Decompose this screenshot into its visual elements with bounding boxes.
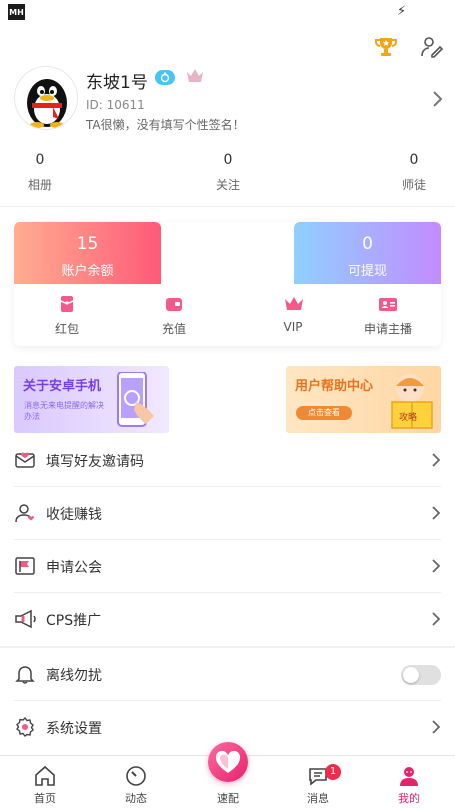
tab-home[interactable]: 首页: [10, 756, 80, 809]
app-status-icon: MH: [8, 4, 25, 20]
stat-follow[interactable]: 0 关注: [198, 152, 258, 193]
user-id: ID: 10611: [86, 98, 145, 112]
stat-album[interactable]: 0 相册: [10, 152, 70, 193]
tab-label: 动态: [125, 792, 147, 805]
tab-messages[interactable]: 消息: [283, 756, 353, 809]
id-card-icon: [378, 294, 398, 314]
megaphone-icon: [14, 608, 36, 630]
stat-label: 关注: [215, 178, 240, 192]
view-button[interactable]: 点击查看: [296, 406, 352, 420]
menu-invite-code[interactable]: 填写好友邀请码: [0, 434, 455, 487]
wallet-card: 15 账户余额 0 可提现 红包 充值 VIP 申请主播: [14, 222, 441, 346]
crown-icon: [283, 294, 303, 314]
stat-label: 师徒: [401, 178, 426, 192]
book-label: 攻略: [399, 413, 418, 423]
top-actions: [373, 34, 445, 60]
action-label: 红包: [54, 322, 79, 336]
chevron-right-icon: [431, 505, 441, 521]
chevron-right-icon: [431, 452, 441, 468]
chevron-right-icon: [431, 558, 441, 574]
menu-label: 收徒赚钱: [46, 507, 102, 523]
balance-value: 15: [76, 234, 99, 254]
profile-icon: [397, 764, 421, 788]
balance-label: 账户余额: [61, 264, 114, 279]
withdrawable-value: 0: [362, 234, 373, 254]
bell-icon: [14, 663, 36, 685]
menu-apply-guild[interactable]: 申请公会: [0, 540, 455, 593]
charging-icon: ⚡: [397, 4, 407, 19]
do-not-disturb-toggle[interactable]: [401, 665, 441, 685]
stat-value: 0: [223, 152, 233, 168]
profile-header[interactable]: 东坡1号 ID: 10611 TA很懒，没有填写个性签名！: [14, 66, 444, 132]
phone-hand-icon: [117, 372, 154, 427]
profile-stats: 0 相册 0 关注 0 师徒: [0, 152, 455, 192]
flag-icon: [14, 555, 36, 577]
menu-label: 申请公会: [46, 560, 102, 576]
level-badge-icon: [155, 70, 175, 85]
match-button[interactable]: [208, 742, 248, 782]
divider: [0, 206, 455, 207]
help-center-banner[interactable]: 用户帮助中心 点击查看 攻略: [286, 366, 441, 433]
edit-profile-icon[interactable]: [419, 34, 445, 60]
user-signature: TA很懒，没有填写个性签名！: [86, 118, 245, 132]
chevron-right-icon: [431, 719, 441, 735]
user-heart-icon: [14, 502, 36, 524]
red-packet-icon: [57, 294, 77, 314]
action-label: 申请主播: [363, 322, 412, 336]
wallet-actions: 红包 充值 VIP 申请主播: [14, 288, 441, 344]
apply-anchor-button[interactable]: 申请主播: [338, 294, 438, 337]
stat-mentor[interactable]: 0 师徒: [384, 152, 444, 193]
home-icon: [33, 764, 57, 788]
menu-label: 填写好友邀请码: [46, 454, 144, 470]
stat-label: 相册: [27, 178, 52, 192]
banner-subtitle: 消息无来电提醒的解决办法: [24, 401, 104, 421]
menu-label: 离线勿扰: [46, 668, 102, 684]
message-count-badge: 1: [325, 764, 341, 780]
tab-mine[interactable]: 我的: [374, 756, 444, 809]
chevron-right-icon: [431, 611, 441, 627]
avatar[interactable]: [14, 66, 78, 130]
action-label: VIP: [283, 320, 303, 334]
tab-feed[interactable]: 动态: [101, 756, 171, 809]
tab-label: 我的: [398, 792, 420, 805]
menu-label: CPS推广: [46, 613, 102, 629]
action-label: 充值: [161, 322, 186, 336]
withdrawable-label: 可提现: [347, 264, 387, 279]
tab-label: 首页: [34, 792, 56, 805]
tab-label: 消息: [307, 792, 329, 805]
trophy-icon[interactable]: [373, 34, 399, 60]
wallet-icon: [164, 294, 184, 314]
android-tips-banner[interactable]: 关于安卓手机 消息无来电提醒的解决办法: [14, 366, 169, 433]
menu-do-not-disturb: 离线勿扰: [0, 648, 455, 701]
envelope-heart-icon: [14, 449, 36, 471]
toggle-knob: [403, 667, 419, 683]
vip-button[interactable]: VIP: [243, 294, 343, 334]
banner-title: 关于安卓手机: [23, 379, 102, 394]
withdrawable-card[interactable]: 0 可提现: [294, 222, 441, 284]
menu-recruit-apprentice[interactable]: 收徒赚钱: [0, 487, 455, 540]
stat-value: 0: [409, 152, 419, 168]
status-bar: MH ⚡: [0, 0, 455, 24]
stat-value: 0: [35, 152, 45, 168]
account-balance-card[interactable]: 15 账户余额: [14, 222, 161, 284]
compass-icon: [124, 764, 148, 788]
heart-icon: [215, 750, 241, 773]
username: 东坡1号: [86, 73, 148, 93]
banner-title: 用户帮助中心: [295, 379, 374, 394]
recharge-button[interactable]: 充值: [124, 294, 224, 337]
menu-cps-promotion[interactable]: CPS推广: [0, 593, 455, 646]
red-packet-button[interactable]: 红包: [17, 294, 117, 337]
vip-crown-icon: [185, 67, 205, 85]
tab-label: 速配: [217, 792, 239, 805]
menu-label: 系统设置: [46, 721, 102, 737]
gear-icon: [14, 716, 36, 738]
chevron-right-icon: [430, 90, 444, 108]
